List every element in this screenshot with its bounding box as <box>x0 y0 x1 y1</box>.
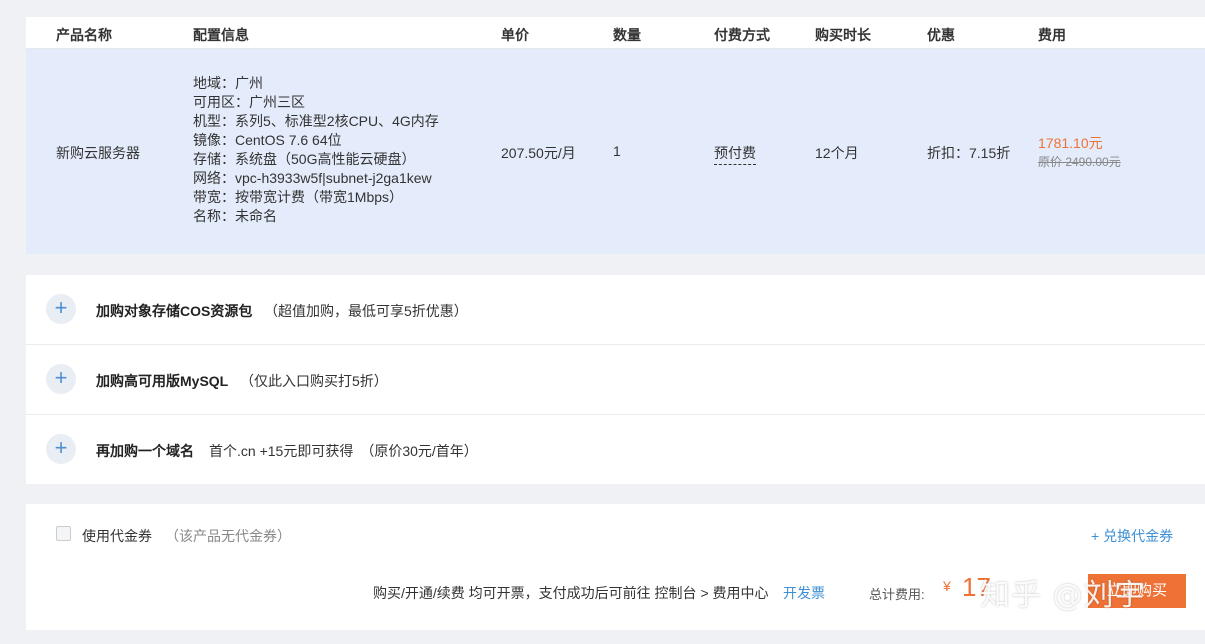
addon-domain[interactable]: + 再加购一个域名 首个.cn +15元即可获得 （原价30元/首年） <box>26 415 1205 485</box>
discount-value: 折扣：7.15折 <box>927 145 1011 161</box>
fee-value: 1781.10元 <box>1038 135 1103 151</box>
addon-desc: （仅此入口购买打5折） <box>240 373 388 389</box>
spec-item-region: 地域：广州 <box>193 75 263 91</box>
invoice-link[interactable]: 开发票 <box>783 583 825 603</box>
spec-item-storage: 存储：系统盘（50G高性能云硬盘） <box>193 151 416 167</box>
addon-list: + 加购对象存储COS资源包 （超值加购，最低可享5折优惠） + 加购高可用版M… <box>26 275 1205 484</box>
header-product: 产品名称 <box>56 27 112 43</box>
addon-mysql[interactable]: + 加购高可用版MySQL （仅此入口购买打5折） <box>26 345 1205 415</box>
voucher-checkbox[interactable] <box>56 526 71 541</box>
spec-item-image: 镜像：CentOS 7.6 64位 <box>193 132 342 148</box>
table-header: 产品名称 配置信息 单价 数量 付费方式 购买时长 优惠 费用 <box>26 17 1205 49</box>
quantity-value: 1 <box>613 143 621 159</box>
spec-item-network: 网络：vpc-h3933w5f|subnet-j2ga1kew <box>193 170 432 186</box>
spec-list: 地域：广州 可用区：广州三区 机型：系列5、标准型2核CPU、4G内存 镜像：C… <box>193 74 439 226</box>
addon-desc: 首个.cn +15元即可获得 （原价30元/首年） <box>209 443 478 459</box>
table-row: 新购云服务器 地域：广州 可用区：广州三区 机型：系列5、标准型2核CPU、4G… <box>26 49 1205 254</box>
header-fee: 费用 <box>1038 27 1066 43</box>
header-specs: 配置信息 <box>193 27 249 43</box>
watermark: 知乎 @刘宇 <box>980 578 1146 613</box>
original-price: 原价 2490.00元 <box>1038 155 1121 169</box>
plus-icon[interactable]: + <box>46 364 76 394</box>
plus-icon[interactable]: + <box>46 434 76 464</box>
addon-title: 再加购一个域名 <box>96 443 194 459</box>
header-unit-price: 单价 <box>501 27 529 43</box>
pay-mode-tooltip[interactable]: 预付费 <box>714 143 756 165</box>
unit-price: 207.50元/月 <box>501 145 576 161</box>
addon-title: 加购对象存储COS资源包 <box>96 303 253 319</box>
voucher-label[interactable]: 使用代金券 <box>82 526 152 546</box>
product-name: 新购云服务器 <box>56 145 140 161</box>
currency-symbol: ¥ <box>943 578 951 594</box>
redeem-voucher-link[interactable]: + 兑换代金券 <box>1091 526 1173 546</box>
plus-icon[interactable]: + <box>46 294 76 324</box>
voucher-note: （该产品无代金券） <box>165 528 291 544</box>
order-table: 产品名称 配置信息 单价 数量 付费方式 购买时长 优惠 费用 新购云服务器 地… <box>26 17 1205 254</box>
spec-item-bandwidth: 带宽：按带宽计费（带宽1Mbps） <box>193 189 404 205</box>
spec-item-name: 名称：未命名 <box>193 208 277 224</box>
invoice-info: 购买/开通/续费 均可开票，支付成功后可前往 控制台 > 费用中心 <box>373 585 769 601</box>
addon-title: 加购高可用版MySQL <box>96 373 229 389</box>
header-discount: 优惠 <box>927 27 955 43</box>
header-pay-mode: 付费方式 <box>714 27 770 43</box>
total-label: 总计费用: <box>869 587 925 602</box>
addon-cos[interactable]: + 加购对象存储COS资源包 （超值加购，最低可享5折优惠） <box>26 275 1205 345</box>
spec-item-zone: 可用区：广州三区 <box>193 94 305 110</box>
header-duration: 购买时长 <box>815 27 871 43</box>
duration-value: 12个月 <box>815 145 859 161</box>
addon-desc: （超值加购，最低可享5折优惠） <box>264 303 468 319</box>
spec-item-instance-type: 机型：系列5、标准型2核CPU、4G内存 <box>193 113 439 129</box>
header-quantity: 数量 <box>613 27 641 43</box>
